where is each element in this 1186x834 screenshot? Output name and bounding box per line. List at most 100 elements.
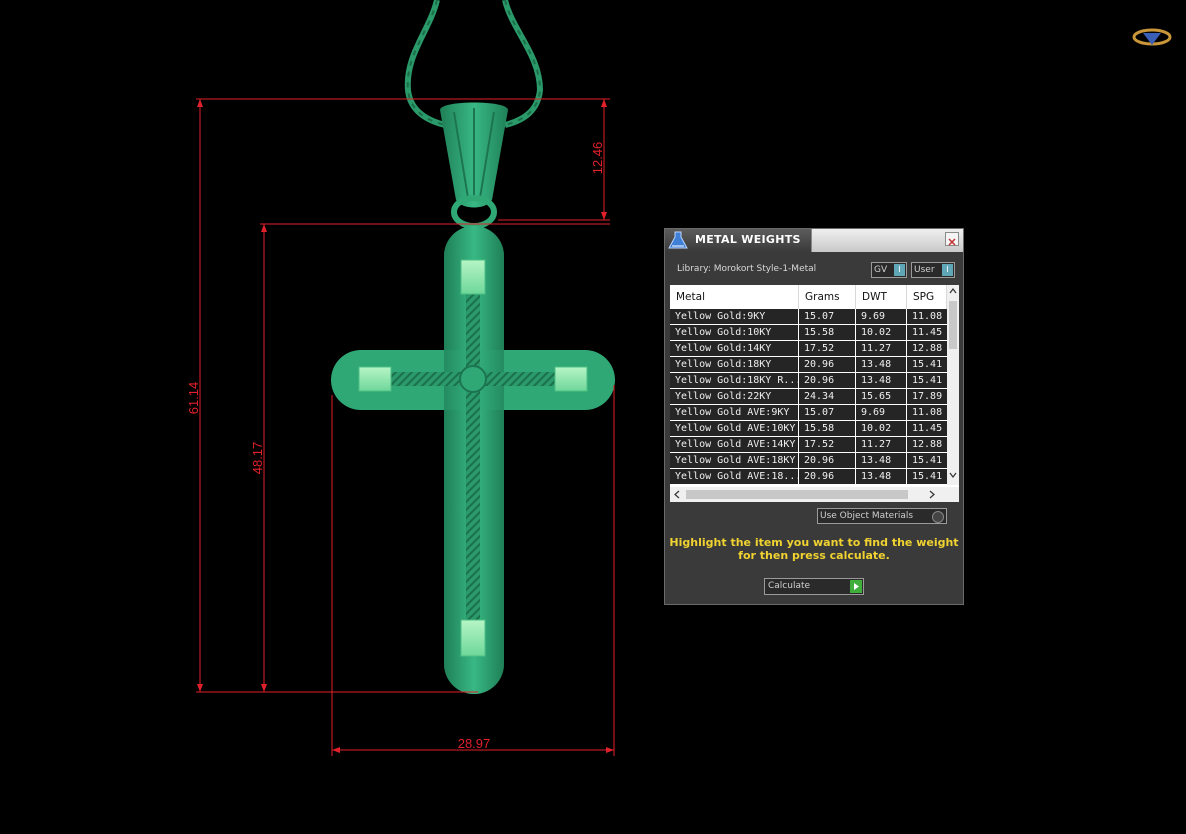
bail [440,102,508,229]
use-object-materials-label: Use Object Materials [820,511,914,521]
panel-title: METAL WEIGHTS [695,233,801,246]
cell-metal: Yellow Gold:10KY [670,325,798,340]
table-row[interactable]: Yellow Gold:22KY 24.34 15.65 17.89 [670,389,947,405]
cross-pendant [331,226,615,694]
gv-toggle-knob: I [894,264,905,276]
instruction-message: Highlight the item you want to find the … [665,536,963,562]
body-height-label: 48.17 [250,442,265,475]
user-toggle-label: User [914,265,935,275]
table-row[interactable]: Yellow Gold AVE:18... 20.96 13.48 15.41 [670,469,947,485]
gv-toggle-label: GV [874,265,888,275]
calculate-label: Calculate [768,581,811,591]
cell-metal: Yellow Gold AVE:14KY [670,437,798,452]
cell-dwt: 11.27 [856,437,906,452]
cell-metal: Yellow Gold AVE:18... [670,469,798,484]
user-toggle[interactable]: User I [911,262,955,278]
metal-weights-panel: METAL WEIGHTS Library: Morokort Style-1-… [664,228,964,605]
cell-dwt: 9.69 [856,405,906,420]
scroll-down-icon[interactable] [949,472,957,478]
panel-titlebar[interactable]: METAL WEIGHTS [665,229,963,252]
cell-spg: 11.08 [907,309,947,324]
play-icon [850,580,862,593]
cell-grams: 24.34 [799,389,855,404]
horizontal-scroll-thumb[interactable] [686,490,908,499]
cell-dwt: 9.69 [856,309,906,324]
table-header: Metal Grams DWT SPG [670,285,959,309]
cell-dwt: 13.48 [856,373,906,388]
cell-grams: 20.96 [799,373,855,388]
cell-metal: Yellow Gold AVE:18KY [670,453,798,468]
table-row[interactable]: Yellow Gold AVE:9KY 15.07 9.69 11.08 [670,405,947,421]
scroll-up-icon[interactable] [949,288,957,294]
cell-spg: 11.45 [907,325,947,340]
column-header-dwt[interactable]: DWT [856,285,907,309]
cell-dwt: 13.48 [856,469,906,484]
3d-viewport[interactable]: 61.14 48.17 12.46 28.97 [0,0,1186,830]
cell-dwt: 15.65 [856,389,906,404]
horizontal-scrollbar[interactable] [670,487,959,502]
cell-metal: Yellow Gold:18KY [670,357,798,372]
cell-dwt: 10.02 [856,325,906,340]
cell-metal: Yellow Gold:18KY R... [670,373,798,388]
cell-spg: 11.45 [907,421,947,436]
cell-spg: 15.41 [907,453,947,468]
cell-grams: 17.52 [799,341,855,356]
table-row[interactable]: Yellow Gold:18KY 20.96 13.48 15.41 [670,357,947,373]
scroll-right-icon[interactable] [929,490,935,499]
cell-dwt: 13.48 [856,453,906,468]
table-row[interactable]: Yellow Gold AVE:10KY 15.58 10.02 11.45 [670,421,947,437]
radio-icon [932,511,944,523]
cell-metal: Yellow Gold AVE:9KY [670,405,798,420]
column-header-grams[interactable]: Grams [799,285,856,309]
table-row[interactable]: Yellow Gold:10KY 15.58 10.02 11.45 [670,325,947,341]
panel-title-tab: METAL WEIGHTS [665,229,812,252]
instruction-line-1: Highlight the item you want to find the … [669,536,959,549]
flask-icon [668,231,688,249]
use-object-materials-toggle[interactable]: Use Object Materials [817,508,947,524]
cell-grams: 15.58 [799,325,855,340]
width-label: 28.97 [458,736,491,751]
cell-grams: 17.52 [799,437,855,452]
cell-metal: Yellow Gold:9KY [670,309,798,324]
total-height-label: 61.14 [186,382,201,415]
cell-grams: 20.96 [799,469,855,484]
metal-table[interactable]: Metal Grams DWT SPG Yellow Gold:9KY 15.07… [670,285,959,502]
dimension-lines [196,98,615,756]
table-row[interactable]: Yellow Gold:9KY 15.07 9.69 11.08 [670,309,947,325]
cell-spg: 17.89 [907,389,947,404]
column-header-metal[interactable]: Metal [670,285,799,309]
table-row[interactable]: Yellow Gold AVE:18KY 20.96 13.48 15.41 [670,453,947,469]
calculate-button[interactable]: Calculate [764,578,864,595]
cell-metal: Yellow Gold:14KY [670,341,798,356]
cell-spg: 15.41 [907,373,947,388]
app-logo [1132,28,1172,46]
cell-metal: Yellow Gold:22KY [670,389,798,404]
gv-toggle[interactable]: GV I [871,262,907,278]
cell-dwt: 11.27 [856,341,906,356]
cell-spg: 12.88 [907,341,947,356]
table-row[interactable]: Yellow Gold:18KY R... 20.96 13.48 15.41 [670,373,947,389]
bail-height-label: 12.46 [590,142,605,175]
instruction-line-2: for then press calculate. [738,549,890,562]
table-row[interactable]: Yellow Gold:14KY 17.52 11.27 12.88 [670,341,947,357]
table-row[interactable]: Yellow Gold AVE:14KY 17.52 11.27 12.88 [670,437,947,453]
library-label: Library: Morokort Style-1-Metal [677,264,817,274]
cell-metal: Yellow Gold AVE:10KY [670,421,798,436]
cell-spg: 15.41 [907,469,947,484]
table-rows: Yellow Gold:9KY 15.07 9.69 11.08 Yellow Gold… [670,309,947,485]
cell-spg: 15.41 [907,357,947,372]
cell-spg: 12.88 [907,437,947,452]
close-icon [948,238,956,246]
column-header-spg[interactable]: SPG [907,285,947,309]
cell-grams: 15.07 [799,309,855,324]
vertical-scroll-thumb[interactable] [949,301,957,349]
vertical-scrollbar[interactable] [947,285,959,485]
cell-dwt: 13.48 [856,357,906,372]
cell-grams: 20.96 [799,357,855,372]
cell-spg: 11.08 [907,405,947,420]
cell-grams: 15.07 [799,405,855,420]
close-button[interactable] [945,232,959,246]
scroll-left-icon[interactable] [674,490,680,499]
user-toggle-knob: I [942,264,953,276]
cell-grams: 15.58 [799,421,855,436]
